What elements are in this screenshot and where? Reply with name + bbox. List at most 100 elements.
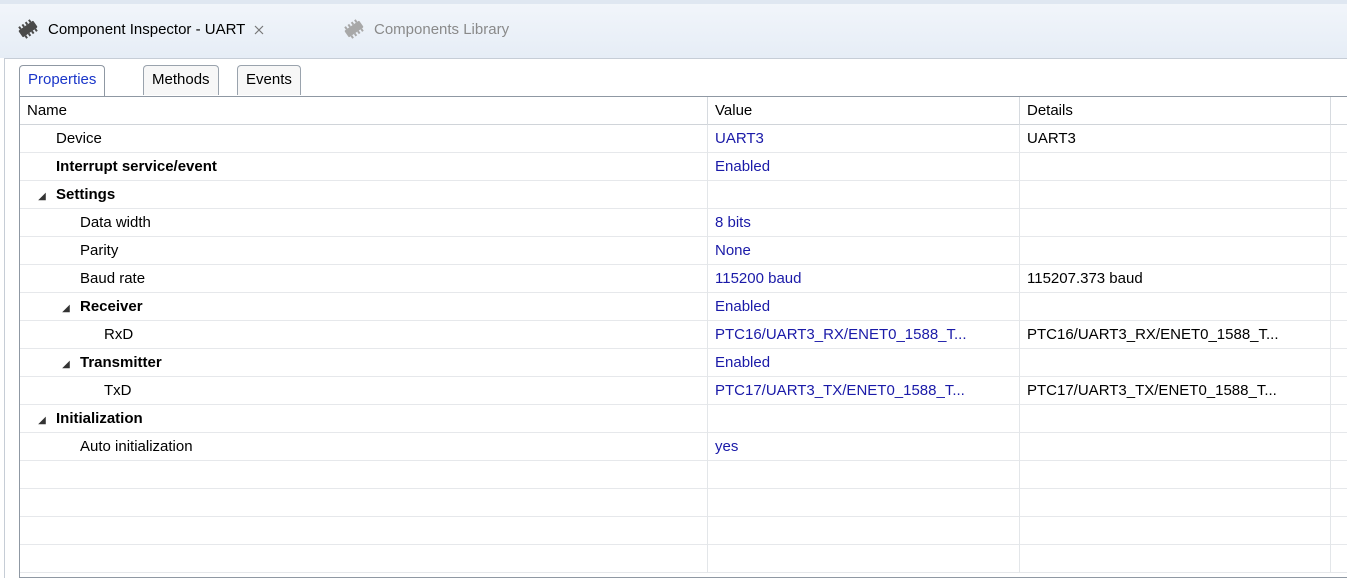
- empty-cell: [1330, 517, 1347, 545]
- component-icon: [16, 19, 40, 39]
- property-details: PTC17/UART3_TX/ENET0_1588_T...: [1019, 377, 1330, 405]
- tab-label: Components Library: [374, 20, 510, 38]
- table-row[interactable]: ◢ Initialization: [20, 405, 1347, 433]
- property-details: [1019, 153, 1330, 181]
- property-name: Transmitter: [80, 354, 162, 371]
- column-header-name[interactable]: Name: [20, 97, 707, 125]
- table-header: Name Value Details: [20, 97, 1347, 125]
- table-row[interactable]: Device UART3 UART3: [20, 125, 1347, 153]
- empty-cell: [1330, 461, 1347, 489]
- empty-table-row: [20, 461, 1347, 489]
- table-row[interactable]: Auto initialization yes: [20, 433, 1347, 461]
- empty-cell: [20, 517, 707, 545]
- empty-cell: [1330, 489, 1347, 517]
- empty-cell: [20, 489, 707, 517]
- table-row[interactable]: TxD PTC17/UART3_TX/ENET0_1588_T... PTC17/U…: [20, 377, 1347, 405]
- cell-spacer: [1330, 265, 1347, 293]
- empty-cell: [20, 461, 707, 489]
- property-details: UART3: [1019, 125, 1330, 153]
- property-details: [1019, 237, 1330, 265]
- table-body: Device UART3 UART3 Interrupt service/event E…: [20, 125, 1347, 573]
- empty-cell: [1019, 545, 1330, 573]
- expand-triangle-icon[interactable]: ◢: [58, 295, 74, 321]
- table-row[interactable]: Baud rate 115200 baud 115207.373 baud: [20, 265, 1347, 293]
- cell-name: Baud rate: [20, 265, 707, 293]
- component-icon: [342, 19, 366, 39]
- property-name: RxD: [104, 326, 134, 343]
- property-value[interactable]: Enabled: [707, 293, 1019, 321]
- tab-label: Component Inspector - UART: [48, 20, 246, 38]
- property-details: PTC16/UART3_RX/ENET0_1588_T...: [1019, 321, 1330, 349]
- cell-name: Auto initialization: [20, 433, 707, 461]
- property-value[interactable]: [707, 405, 1019, 433]
- column-header-spacer: [1330, 97, 1347, 125]
- table-row[interactable]: Interrupt service/event Enabled: [20, 153, 1347, 181]
- property-value[interactable]: 8 bits: [707, 209, 1019, 237]
- property-details: [1019, 405, 1330, 433]
- expand-triangle-icon[interactable]: ◢: [58, 351, 74, 377]
- expand-triangle-icon[interactable]: ◢: [34, 183, 50, 209]
- table-row[interactable]: ◢ Settings: [20, 181, 1347, 209]
- component-inspector-panel: Properties Methods Events Name Value Det…: [4, 58, 1347, 578]
- table-row[interactable]: RxD PTC16/UART3_RX/ENET0_1588_T... PTC16/U…: [20, 321, 1347, 349]
- property-value[interactable]: PTC16/UART3_RX/ENET0_1588_T...: [707, 321, 1019, 349]
- property-name: Interrupt service/event: [56, 158, 217, 175]
- empty-cell: [1330, 545, 1347, 573]
- tab-components-library[interactable]: Components Library: [342, 14, 509, 44]
- table-row[interactable]: ◢ Receiver Enabled: [20, 293, 1347, 321]
- cell-name: TxD: [20, 377, 707, 405]
- property-value[interactable]: Enabled: [707, 153, 1019, 181]
- empty-cell: [1019, 461, 1330, 489]
- empty-cell: [707, 517, 1019, 545]
- cell-spacer: [1330, 349, 1347, 377]
- cell-spacer: [1330, 433, 1347, 461]
- cell-spacer: [1330, 181, 1347, 209]
- tab-events[interactable]: Events: [237, 65, 301, 95]
- cell-spacer: [1330, 237, 1347, 265]
- empty-cell: [707, 489, 1019, 517]
- cell-name: Data width: [20, 209, 707, 237]
- table-row[interactable]: Data width 8 bits: [20, 209, 1347, 237]
- tab-properties[interactable]: Properties: [19, 65, 106, 96]
- cell-name: Parity: [20, 237, 707, 265]
- cell-name: Interrupt service/event: [20, 153, 707, 181]
- property-value[interactable]: Enabled: [707, 349, 1019, 377]
- table-row[interactable]: ◢ Transmitter Enabled: [20, 349, 1347, 377]
- property-name: Device: [56, 130, 102, 147]
- property-value[interactable]: 115200 baud: [707, 265, 1019, 293]
- table-row[interactable]: Parity None: [20, 237, 1347, 265]
- tab-component-inspector[interactable]: Component Inspector - UART: [16, 14, 265, 44]
- close-icon[interactable]: [253, 23, 265, 35]
- cell-spacer: [1330, 405, 1347, 433]
- column-header-details[interactable]: Details: [1019, 97, 1330, 125]
- empty-cell: [707, 461, 1019, 489]
- property-name: Data width: [80, 214, 151, 231]
- cell-spacer: [1330, 321, 1347, 349]
- property-value[interactable]: [707, 181, 1019, 209]
- empty-cell: [1019, 517, 1330, 545]
- property-name: Auto initialization: [80, 438, 193, 455]
- cell-name: Device: [20, 125, 707, 153]
- empty-cell: [1019, 489, 1330, 517]
- property-value[interactable]: UART3: [707, 125, 1019, 153]
- empty-table-row: [20, 545, 1347, 573]
- property-value[interactable]: None: [707, 237, 1019, 265]
- property-name: TxD: [104, 382, 132, 399]
- cell-spacer: [1330, 209, 1347, 237]
- property-details: 115207.373 baud: [1019, 265, 1330, 293]
- tab-methods[interactable]: Methods: [143, 65, 219, 95]
- empty-cell: [20, 545, 707, 573]
- property-name: Receiver: [80, 298, 143, 315]
- property-value[interactable]: yes: [707, 433, 1019, 461]
- view-tab-bar: Component Inspector - UART Components Li…: [0, 0, 1347, 58]
- column-header-value[interactable]: Value: [707, 97, 1019, 125]
- cell-spacer: [1330, 125, 1347, 153]
- property-name: Initialization: [56, 410, 143, 427]
- empty-table-row: [20, 517, 1347, 545]
- property-value[interactable]: PTC17/UART3_TX/ENET0_1588_T...: [707, 377, 1019, 405]
- expand-triangle-icon[interactable]: ◢: [34, 407, 50, 433]
- cell-spacer: [1330, 377, 1347, 405]
- property-details: [1019, 433, 1330, 461]
- empty-cell: [707, 545, 1019, 573]
- cell-name: ◢ Transmitter: [20, 349, 707, 377]
